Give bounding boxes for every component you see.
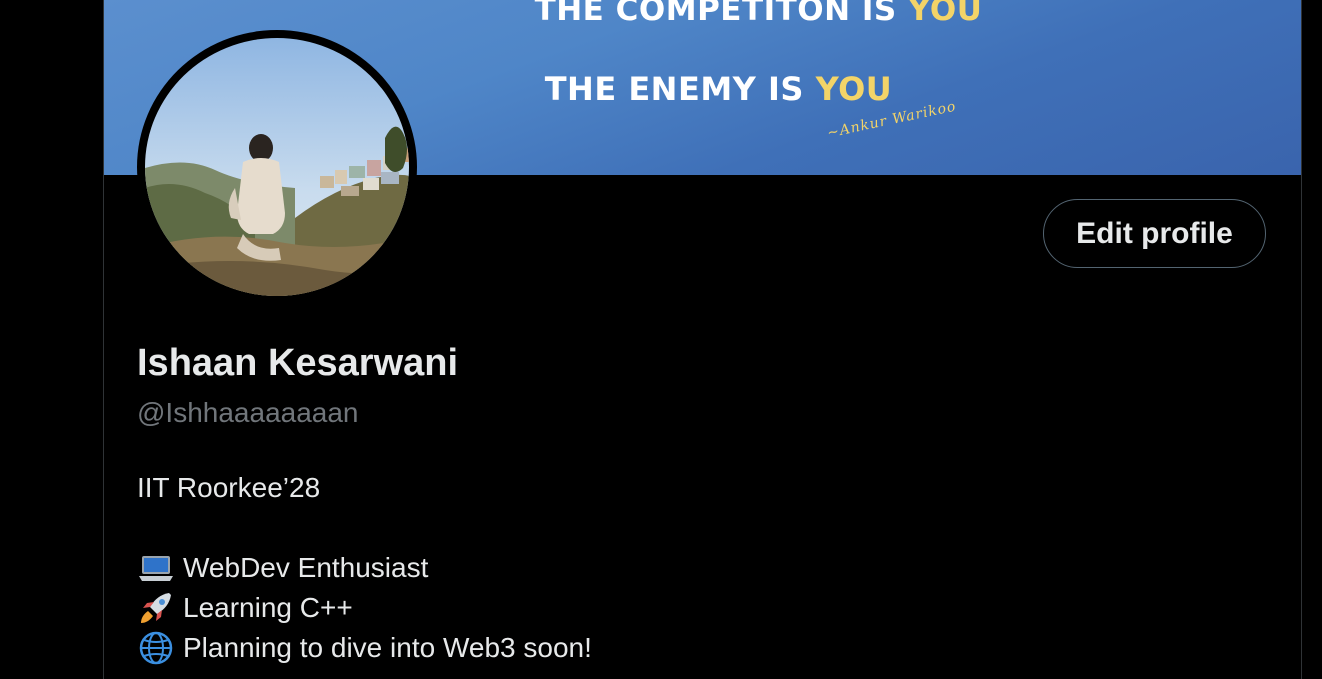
bio-line: IIT Roorkee’28 <box>137 468 592 508</box>
bio-text: IIT Roorkee’28 <box>137 472 321 503</box>
profile-bio: IIT Roorkee’28 WebDev Enthusiast Learnin… <box>137 468 592 668</box>
banner-quote-highlight: YOU <box>908 0 983 28</box>
avatar[interactable] <box>137 30 417 304</box>
bio-list-item: WebDev Enthusiast <box>137 548 592 588</box>
banner-quote-highlight: YOU <box>815 70 893 108</box>
bio-text: Learning C++ <box>183 592 353 623</box>
profile-name: Ishaan Kesarwani <box>137 342 459 384</box>
bio-text: WebDev Enthusiast <box>183 552 429 583</box>
rocket-icon <box>137 590 175 626</box>
globe-icon <box>137 630 175 666</box>
edit-profile-button[interactable]: Edit profile <box>1043 199 1266 268</box>
bio-list-item: Learning C++ <box>137 588 592 628</box>
avatar-photo <box>145 38 409 296</box>
bio-list-item: Planning to dive into Web3 soon! <box>137 628 592 668</box>
bio-text: Planning to dive into Web3 soon! <box>183 632 592 663</box>
avatar-photo-image <box>145 38 409 296</box>
bio-spacer <box>137 508 592 548</box>
laptop-icon <box>137 550 175 586</box>
profile-handle: @Ishhaaaaaaaan <box>137 397 359 428</box>
banner-quote-line-1: THE COMPETITON IS YOU <box>104 0 1301 28</box>
profile-column: THE COMPETITON IS YOU THE ENEMY IS YOU ~… <box>103 0 1302 679</box>
banner-quote-text: THE ENEMY IS <box>544 70 816 108</box>
banner-quote-text: THE COMPETITON IS <box>534 0 909 28</box>
